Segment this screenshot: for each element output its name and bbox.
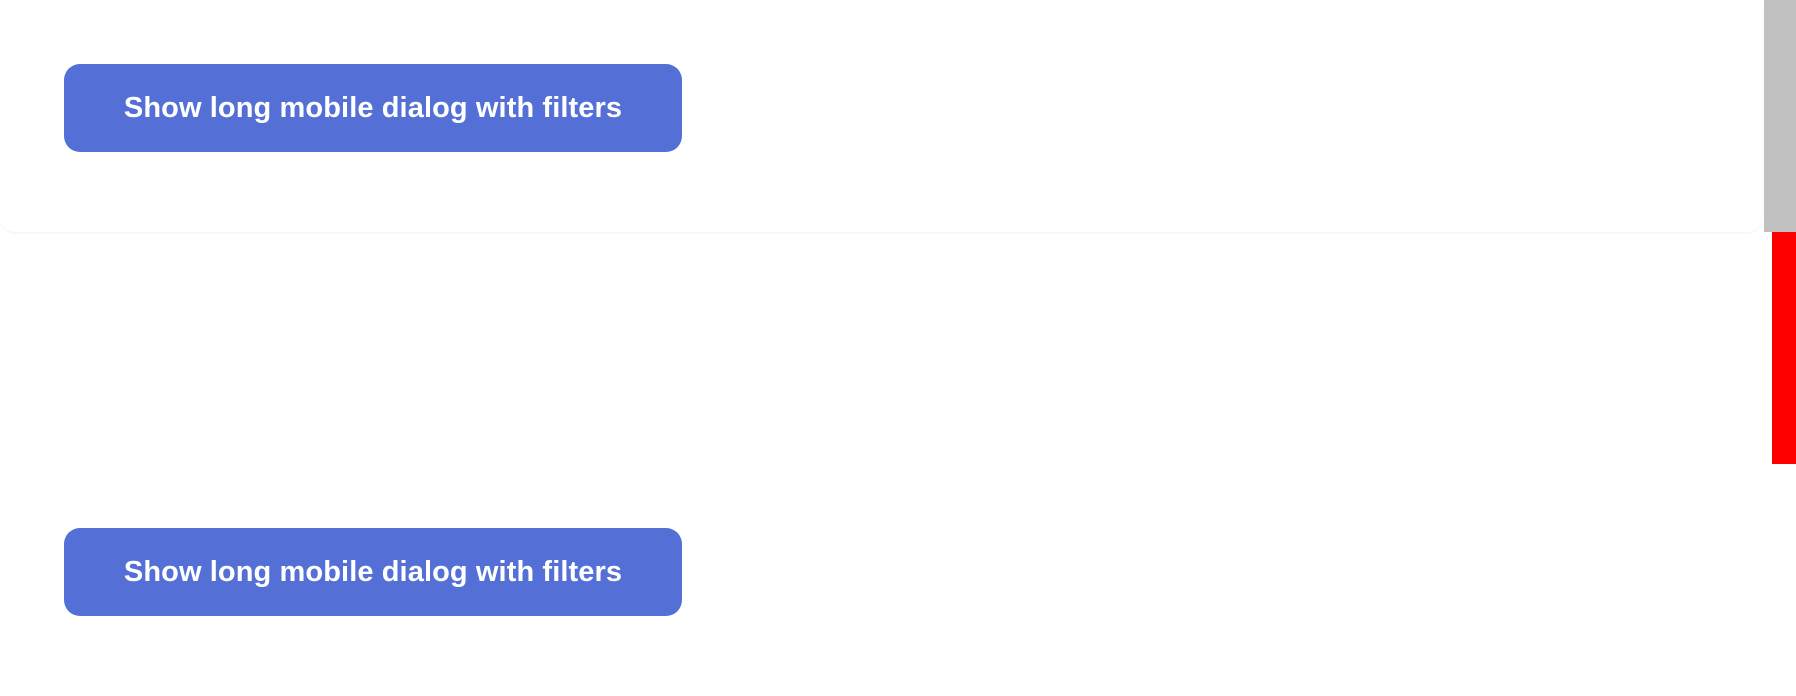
example-panel-bottom: Show long mobile dialog with filters bbox=[0, 464, 1762, 696]
red-indicator-bar bbox=[1772, 232, 1796, 464]
show-long-mobile-dialog-button[interactable]: Show long mobile dialog with filters bbox=[64, 64, 682, 152]
vertical-scrollbar[interactable] bbox=[1764, 0, 1796, 232]
page: Show long mobile dialog with filters Sho… bbox=[0, 0, 1796, 696]
show-long-mobile-dialog-button-secondary[interactable]: Show long mobile dialog with filters bbox=[64, 528, 682, 616]
example-panel-top: Show long mobile dialog with filters bbox=[0, 0, 1762, 232]
